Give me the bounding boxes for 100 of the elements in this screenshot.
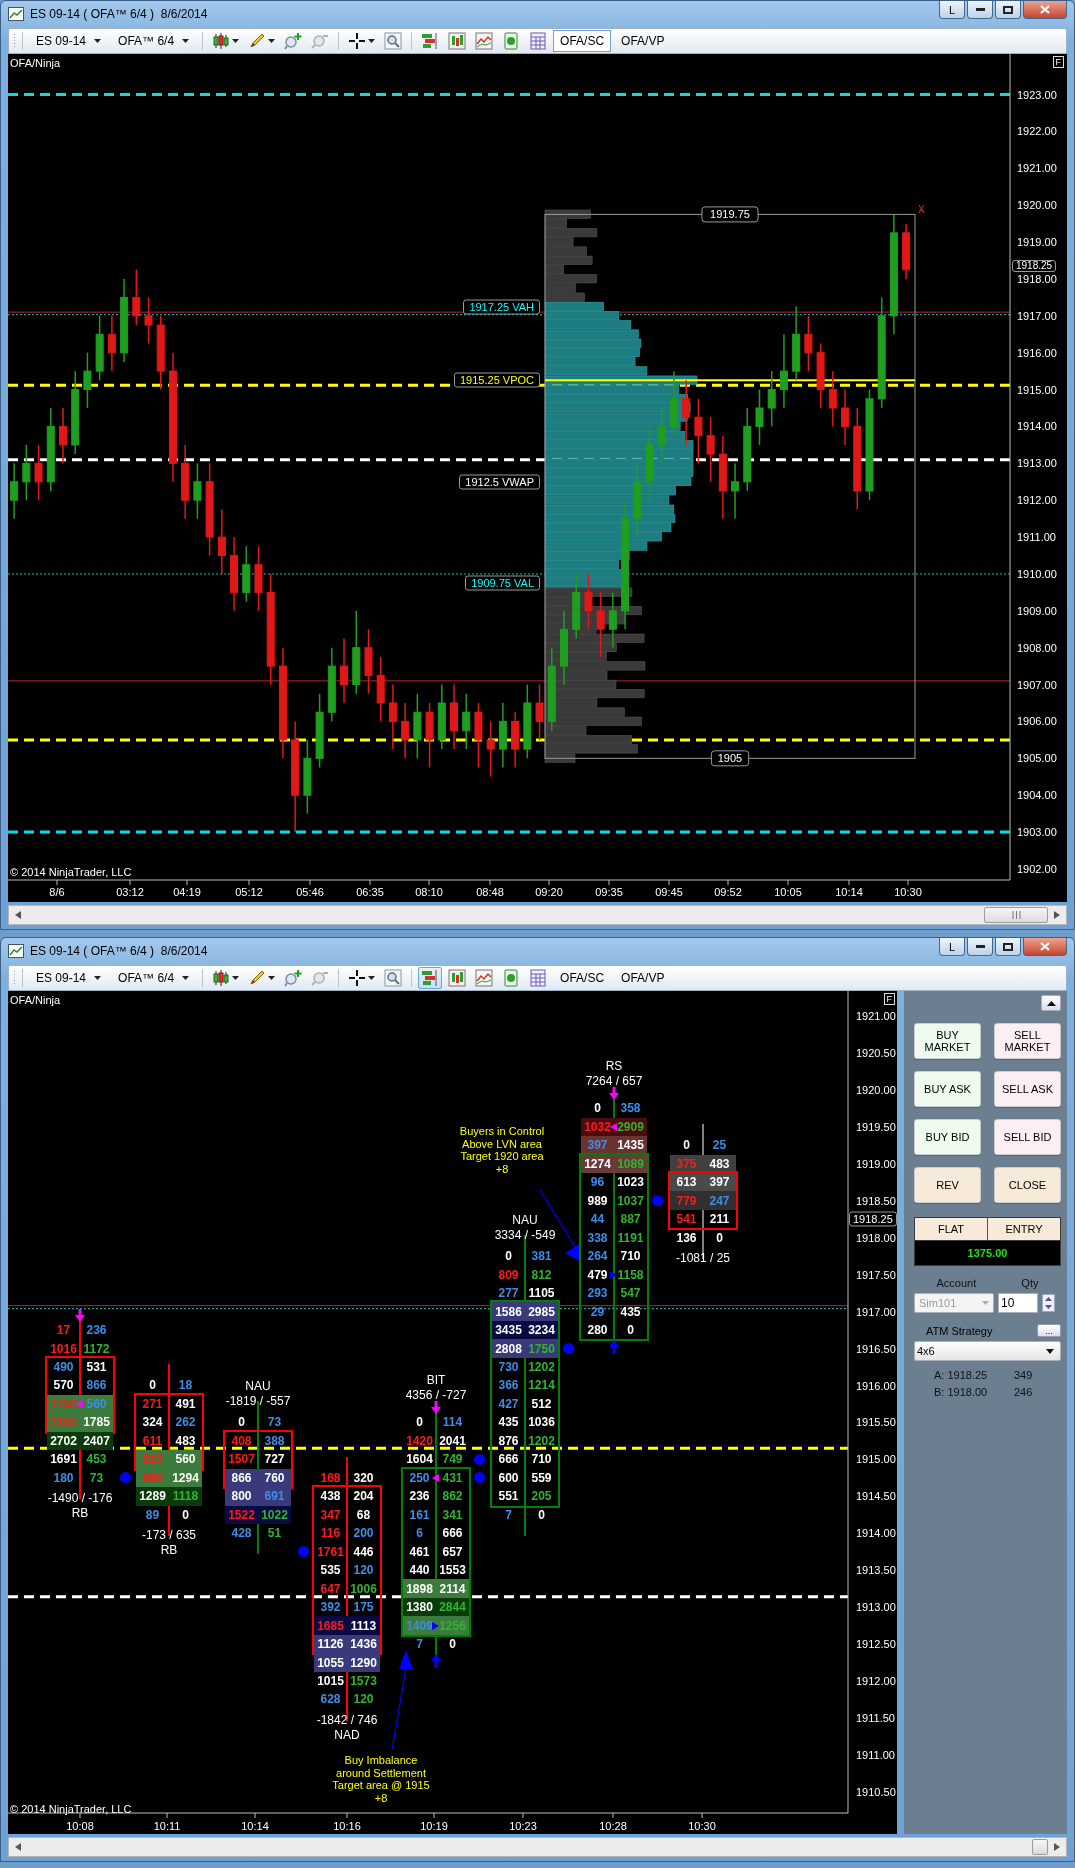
template-tab[interactable]: OFA/SC (553, 30, 612, 52)
f-button[interactable]: F (1052, 56, 1064, 68)
bid-volume: 338 (587, 1231, 608, 1244)
order-button[interactable]: SELL ASK (994, 1071, 1061, 1107)
ask-volume: 120 (353, 1564, 374, 1577)
ask-volume: 0 (627, 1324, 634, 1336)
ask-volume: 68 (356, 1508, 371, 1521)
bid-volume: 44 (590, 1213, 605, 1226)
bid-volume: 89 (145, 1508, 160, 1521)
ask-volume: 120 (353, 1693, 374, 1706)
ask-volume: 446 (353, 1545, 374, 1558)
annotation-text: Buy Imbalance around Settlement Target area @ 1915 +8 (332, 1754, 430, 1804)
ask-volume: 236 (86, 1324, 107, 1337)
bid-volume: 570 (53, 1379, 74, 1392)
level-tag: 1917.25 VAH (463, 299, 540, 315)
account-label: Account (936, 1277, 977, 1289)
bid-volume: 800 (231, 1490, 252, 1503)
order-button[interactable]: BUY ASK (914, 1071, 981, 1107)
price-label: 1919.00 (1017, 236, 1057, 248)
ask-volume: 2114 (439, 1582, 466, 1595)
template-tab[interactable]: OFA/SC (553, 967, 612, 989)
time-label: 10:30 (894, 886, 922, 898)
ask-volume: 1436 (350, 1638, 377, 1651)
bar-type-dropdown[interactable]: OFA™ 6/4 (111, 31, 197, 51)
template-tab[interactable]: OFA/VP (614, 30, 672, 52)
bid-volume: 427 (498, 1397, 519, 1410)
order-button[interactable]: SELL MARKET (994, 1023, 1061, 1059)
time-label: 10:05 (774, 886, 802, 898)
ask-volume: 1435 (617, 1139, 644, 1152)
price-label: 1913.00 (1017, 457, 1057, 469)
bid-volume: 461 (409, 1545, 430, 1558)
bid-volume: 1289 (139, 1490, 166, 1503)
price-label: 1906.00 (1017, 715, 1057, 727)
time-label: 05:12 (235, 886, 263, 898)
layout-button[interactable]: L (939, 938, 965, 956)
cluster-name: BIT (425, 1373, 447, 1389)
time-label: 08:10 (415, 886, 443, 898)
ask-volume: 547 (620, 1287, 641, 1300)
bid-volume: 1507 (228, 1453, 255, 1466)
price-label: 1918.00 (856, 1231, 896, 1245)
ask-volume: 531 (86, 1361, 107, 1373)
bid-volume: 809 (498, 1268, 519, 1281)
bid-volume: 408 (231, 1434, 252, 1447)
entry-label: ENTRY (987, 1218, 1060, 1240)
bid-volume: 347 (320, 1508, 341, 1521)
ask-volume: 866 (86, 1379, 107, 1392)
chart-label: OFA/Ninja (10, 994, 61, 1007)
price-label: 1914.50 (856, 1489, 896, 1503)
bid-volume: 541 (676, 1213, 697, 1226)
bid-volume: 0 (683, 1139, 690, 1152)
bid-volume: 250 (409, 1471, 430, 1484)
layout-button[interactable]: L (939, 1, 965, 19)
price-label: 1907.00 (1017, 679, 1057, 691)
instrument-dropdown[interactable]: ES 09-14 (29, 31, 109, 51)
order-button[interactable]: BUY BID (914, 1119, 981, 1155)
bar-type-dropdown[interactable]: OFA™ 6/4 (111, 968, 197, 988)
order-button[interactable]: BUY MARKET (914, 1023, 981, 1059)
quantity-field[interactable]: 10 (998, 1293, 1038, 1313)
ask-volume: 0 (716, 1231, 723, 1244)
close-mark[interactable]: X (918, 202, 925, 216)
bid-volume: 1685 (317, 1619, 344, 1632)
time-label: 09:52 (714, 886, 742, 898)
instrument-dropdown[interactable]: ES 09-14 (29, 968, 109, 988)
ask-volume: 1105 (528, 1287, 555, 1300)
chart-label: OFA/Ninja (10, 57, 61, 70)
bid-volume: 180 (53, 1471, 74, 1484)
window-title: ES 09-14 ( OFA™ 6/4 ) 8/6/2014 (30, 944, 209, 958)
ask-volume: 1172 (83, 1342, 110, 1355)
order-button[interactable]: REV (914, 1167, 981, 1203)
time-label: 10:11 (153, 1820, 181, 1832)
price-label: 1918.00 (1017, 273, 1057, 285)
bid-volume: 647 (320, 1582, 341, 1595)
level-tag: 1915.25 VPOC (454, 372, 540, 388)
ask-volume: 1089 (617, 1157, 644, 1170)
bid-volume: 435 (498, 1416, 519, 1429)
order-button[interactable]: SELL BID (994, 1119, 1061, 1155)
cluster-name: RS (604, 1059, 624, 1075)
bid-volume: 1586 (495, 1305, 522, 1318)
ask-volume: 727 (264, 1453, 285, 1466)
more-button[interactable]: ... (1037, 1324, 1061, 1337)
price-label: 1912.50 (856, 1637, 896, 1651)
f-button[interactable]: F (883, 993, 895, 1005)
cluster-name: RB (159, 1543, 179, 1558)
price-label: 1921.00 (856, 1009, 896, 1023)
atm-strategy-dropdown[interactable]: 4x6 (914, 1341, 1061, 1361)
order-button[interactable]: CLOSE (994, 1167, 1061, 1203)
bid-volume: 136 (676, 1231, 697, 1244)
ask-volume: 211 (709, 1213, 730, 1226)
ask-volume: 0 (449, 1638, 456, 1651)
ask-volume: 710 (531, 1453, 552, 1466)
bid-volume: 324 (142, 1416, 163, 1429)
price-label: 1920.00 (1017, 199, 1057, 211)
template-tab[interactable]: OFA/VP (614, 967, 672, 989)
ask-volume: 560 (86, 1397, 107, 1410)
price-label: 1916.00 (1017, 347, 1057, 359)
bid-volume: 428 (231, 1527, 252, 1540)
level-tag: 1909.75 VAL (465, 575, 540, 591)
price-label: 1910.00 (1017, 568, 1057, 580)
bid-volume: 1522 (228, 1508, 255, 1521)
time-label: 10:30 (688, 1820, 716, 1832)
